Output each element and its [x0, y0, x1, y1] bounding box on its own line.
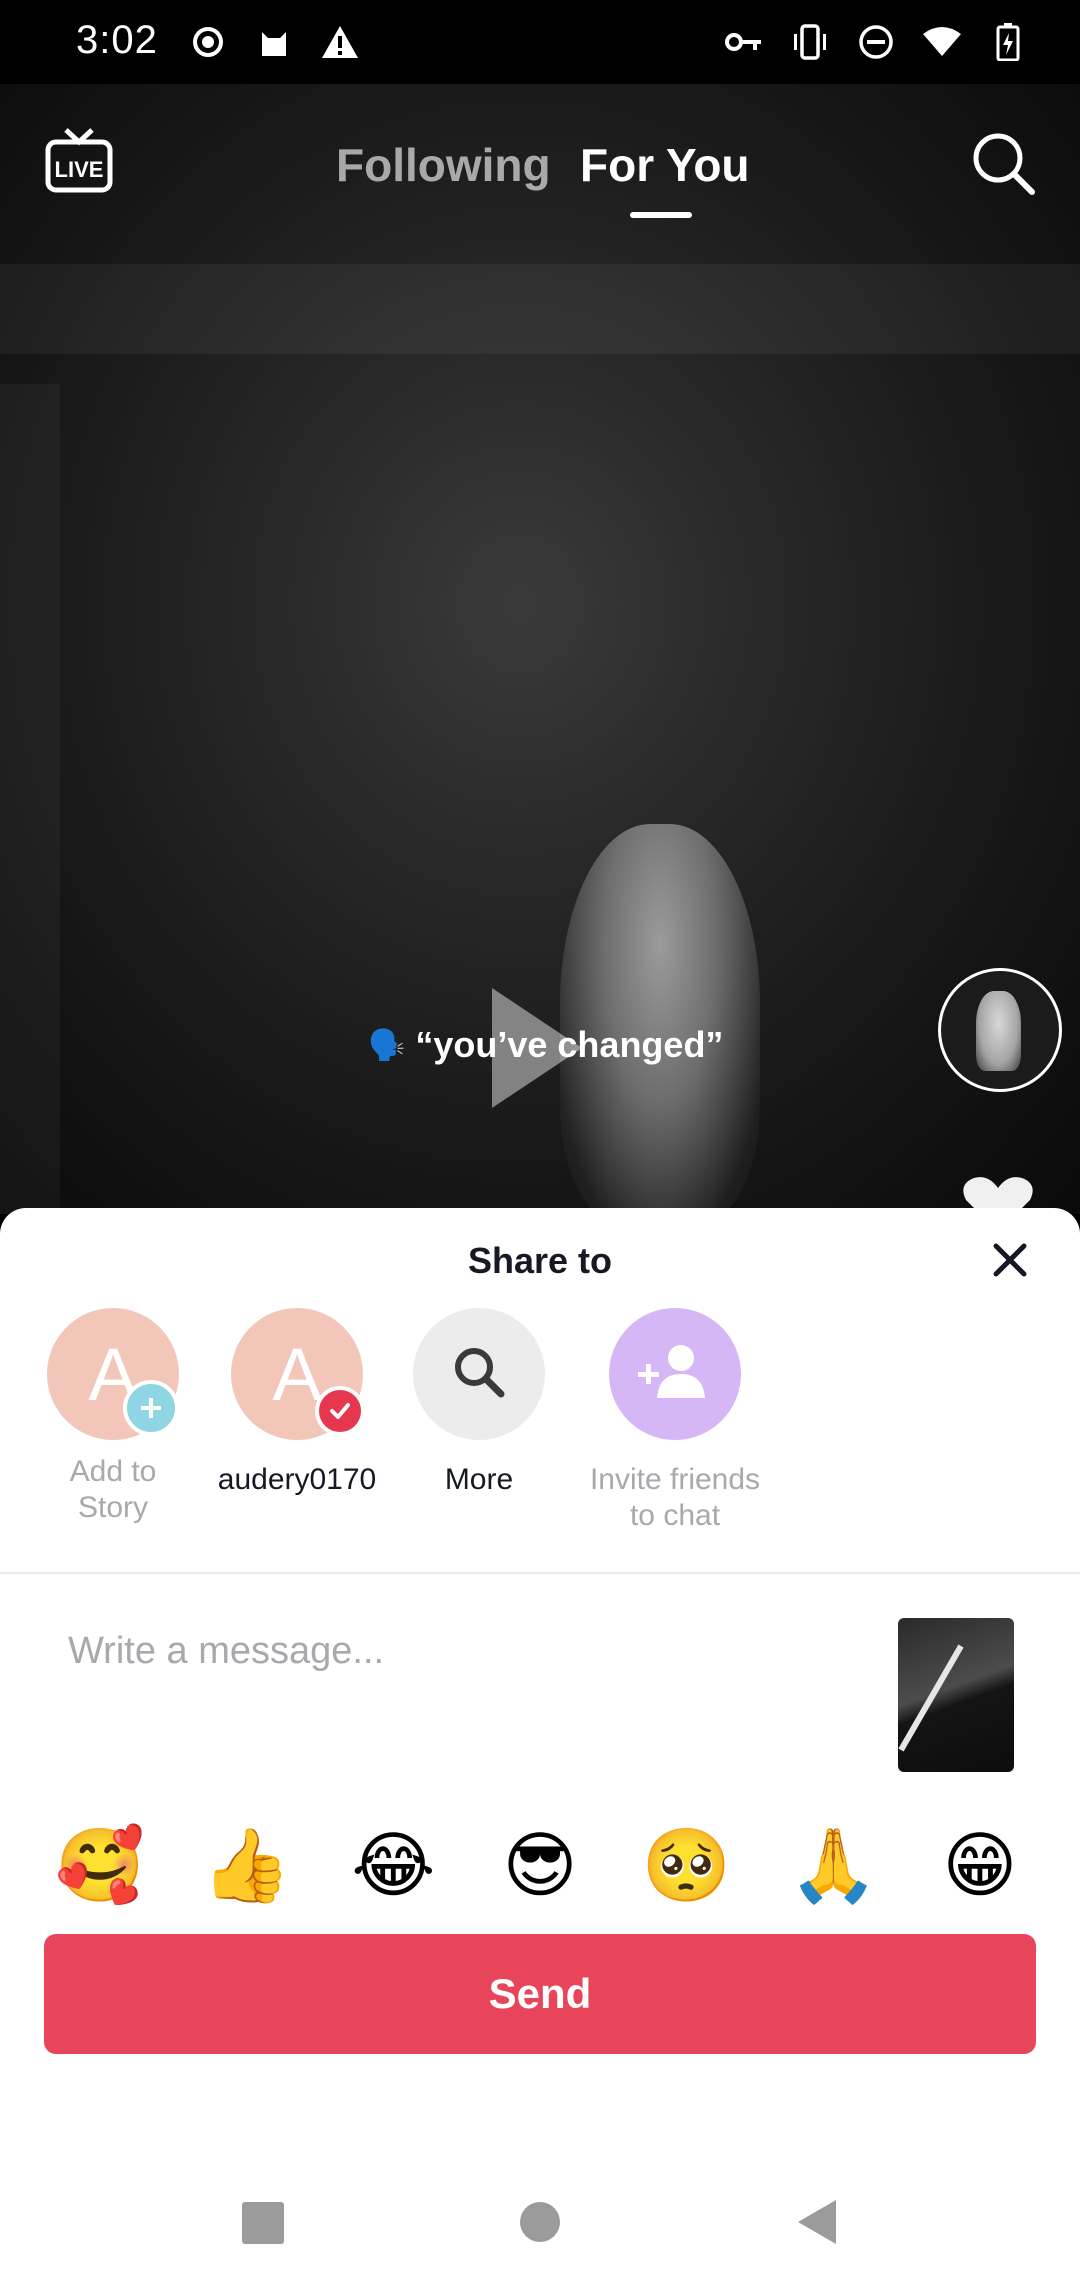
video-thumbnail — [898, 1618, 1014, 1772]
emoji-button[interactable]: 😂 — [323, 1816, 463, 1916]
emoji-row: 🥰 👍 😂 😎 🥺 🙏 😁 — [30, 1816, 1050, 1916]
divider — [0, 1572, 1080, 1574]
avatar-figure — [976, 991, 1021, 1071]
share-target-more[interactable]: More — [389, 1308, 569, 1498]
status-time: 3:02 — [76, 18, 158, 62]
recents-button[interactable] — [242, 2202, 284, 2244]
emoji-button[interactable]: 😁 — [910, 1816, 1050, 1916]
more-circle — [413, 1308, 545, 1440]
emoji-button[interactable]: 🥰 — [30, 1816, 170, 1916]
vibrate-icon — [790, 22, 830, 62]
wifi-icon — [922, 22, 962, 62]
plus-icon — [123, 1380, 179, 1436]
emoji-button[interactable]: 🥺 — [617, 1816, 757, 1916]
key-icon — [724, 22, 764, 62]
story-avatar: A — [47, 1308, 179, 1440]
thumbnail-detail — [898, 1644, 964, 1752]
caption-text: “you’ve changed” — [415, 1024, 724, 1065]
dnd-icon — [856, 22, 896, 62]
battery-icon — [988, 22, 1028, 62]
video-caption: 🗣️ “you’ve changed” — [368, 1024, 723, 1066]
add-person-icon — [637, 1342, 713, 1407]
active-tab-indicator — [630, 212, 692, 218]
avatar-letter: A — [272, 1332, 322, 1416]
video-frame-detail — [0, 384, 60, 1214]
svg-text:LIVE: LIVE — [55, 157, 104, 182]
search-icon[interactable] — [970, 130, 1036, 196]
target-label: More — [444, 1463, 514, 1496]
live-icon[interactable]: LIVE — [44, 126, 114, 196]
target-label: Invite friends to chat — [589, 1463, 761, 1532]
status-right-icons — [724, 22, 1028, 62]
warning-icon — [320, 22, 360, 62]
home-button[interactable] — [520, 2202, 560, 2242]
share-target-invite-friends[interactable]: Invite friends to chat — [585, 1308, 765, 1534]
emoji-button[interactable]: 🙏 — [763, 1816, 903, 1916]
send-button[interactable]: Send — [44, 1934, 1036, 2054]
search-icon — [449, 1342, 509, 1407]
user-avatar: A — [231, 1308, 365, 1440]
status-bar: 3:02 — [0, 0, 1080, 84]
check-icon — [315, 1386, 365, 1436]
top-nav: LIVE Following For You — [0, 84, 1080, 224]
tab-following[interactable]: Following — [336, 138, 551, 192]
share-sheet: Share to A Add to Story A audery0170 Mor… — [0, 1208, 1080, 2280]
message-input[interactable] — [66, 1620, 850, 1682]
invite-circle — [609, 1308, 741, 1440]
target-label: audery0170 — [217, 1463, 377, 1496]
system-nav-bar — [0, 2160, 1080, 2280]
emoji-button[interactable]: 👍 — [177, 1816, 317, 1916]
share-target-add-to-story[interactable]: A Add to Story — [23, 1308, 203, 1526]
share-targets: A Add to Story A audery0170 More Invite … — [0, 1308, 1080, 1568]
speaking-head-icon: 🗣️ — [368, 1028, 406, 1062]
share-sheet-title: Share to — [467, 1240, 613, 1281]
cat-icon — [254, 22, 294, 62]
back-button[interactable] — [796, 2198, 838, 2246]
creator-avatar[interactable] — [938, 968, 1062, 1092]
share-target-audery0170[interactable]: A audery0170 — [207, 1308, 387, 1498]
emoji-button[interactable]: 😎 — [470, 1816, 610, 1916]
close-icon[interactable] — [990, 1240, 1030, 1280]
video-frame-detail — [0, 264, 1080, 354]
status-left-icons — [188, 22, 360, 62]
target-label: Add to Story — [69, 1455, 157, 1524]
record-icon — [188, 22, 228, 62]
tab-for-you[interactable]: For You — [580, 138, 750, 192]
